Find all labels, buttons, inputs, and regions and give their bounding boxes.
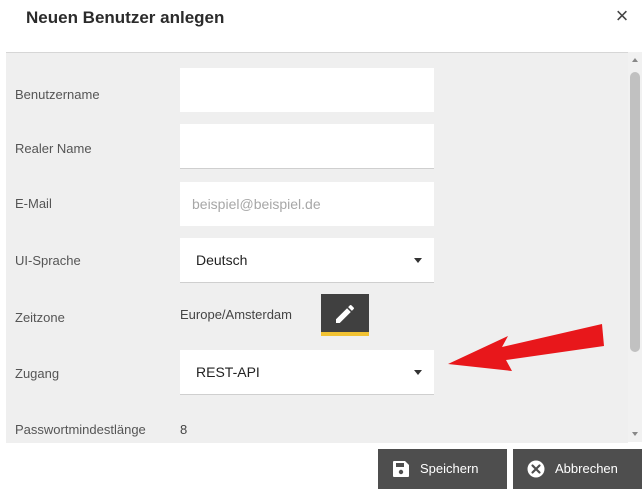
chevron-down-icon (414, 258, 422, 263)
annotation-arrow-icon (448, 324, 604, 371)
close-icon[interactable]: × (610, 4, 634, 28)
ui-language-value: Deutsch (196, 252, 248, 268)
pencil-icon (336, 304, 355, 323)
dialog-title: Neuen Benutzer anlegen (26, 8, 225, 27)
timezone-label: Zeitzone (15, 310, 65, 325)
access-value: REST-API (196, 364, 260, 380)
scroll-down-icon[interactable] (632, 432, 638, 436)
access-select[interactable]: REST-API (180, 350, 434, 395)
username-label: Benutzername (15, 87, 100, 102)
save-button-label: Speichern (420, 461, 479, 476)
timezone-value: Europe/Amsterdam (180, 307, 292, 322)
chevron-down-icon (414, 370, 422, 375)
cancel-button-label: Abbrechen (555, 461, 618, 476)
real-name-input[interactable] (180, 124, 434, 168)
email-field[interactable] (180, 182, 434, 226)
ui-language-select[interactable]: Deutsch (180, 238, 434, 283)
scroll-thumb[interactable] (630, 72, 640, 352)
cancel-button[interactable]: Abbrechen (513, 449, 642, 489)
floppy-disk-icon (393, 461, 409, 477)
username-input[interactable] (180, 68, 434, 112)
real-name-label: Realer Name (15, 141, 92, 156)
email-label: E-Mail (15, 196, 52, 211)
email-input[interactable] (180, 182, 434, 226)
min-password-length-value: 8 (180, 422, 188, 437)
edit-timezone-button[interactable] (321, 294, 369, 336)
username-field[interactable] (180, 68, 434, 112)
scroll-up-icon[interactable] (632, 58, 638, 62)
access-label: Zugang (15, 366, 60, 381)
close-circle-icon (527, 460, 545, 478)
save-button[interactable]: Speichern (378, 449, 507, 489)
real-name-field[interactable] (180, 124, 434, 169)
ui-language-label: UI-Sprache (15, 253, 81, 268)
scrollbar[interactable] (628, 52, 642, 442)
min-password-length-label: Passwortmindestlänge (15, 422, 146, 437)
